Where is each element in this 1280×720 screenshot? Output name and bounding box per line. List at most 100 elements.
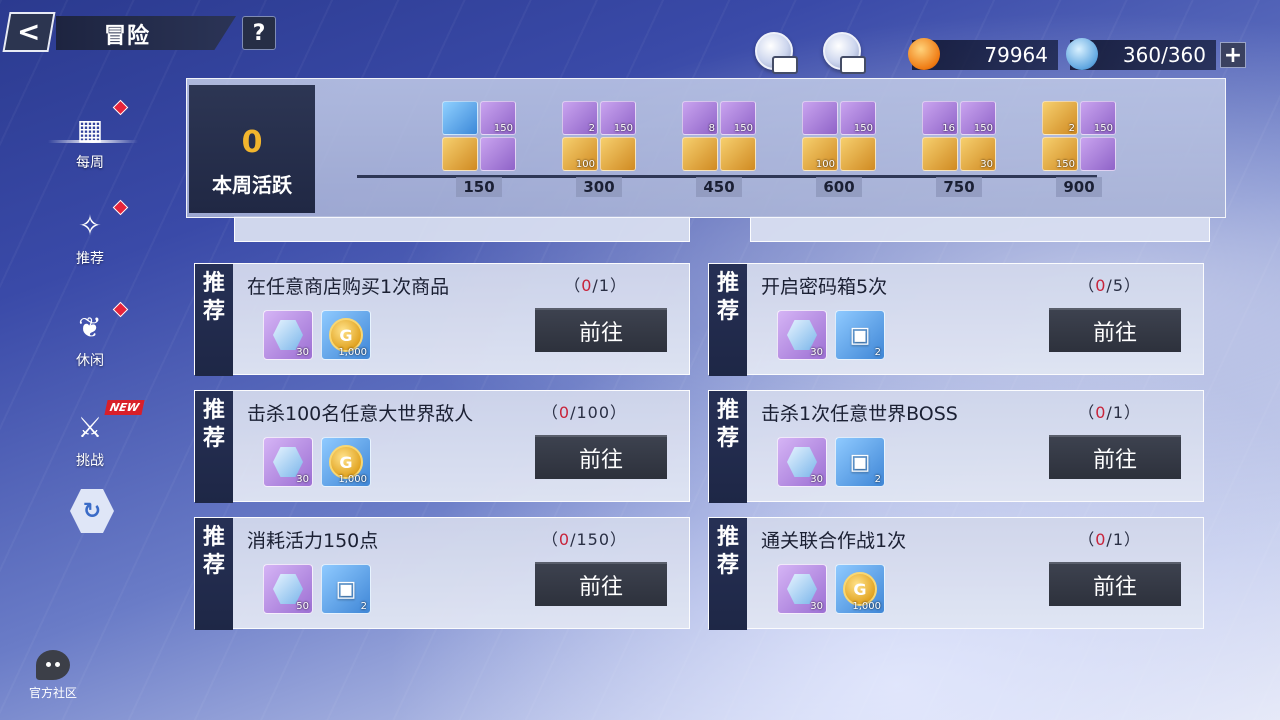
- reward-quantity: 100: [815, 159, 835, 170]
- milestone-rewards: 8 150: [679, 101, 759, 171]
- refresh-icon: ↻: [82, 498, 102, 524]
- gem-reward[interactable]: 30: [263, 310, 313, 360]
- box-reward[interactable]: ▣ 2: [835, 310, 885, 360]
- reward-quantity: 150: [613, 123, 633, 134]
- reward-quantity: 30: [810, 601, 823, 612]
- gem-reward[interactable]: 30: [777, 310, 827, 360]
- reward-item-icon[interactable]: 150: [600, 101, 636, 135]
- reward-item-icon[interactable]: 150: [720, 101, 756, 135]
- milestone-rewards: 2 150 150: [1039, 101, 1119, 171]
- task-card: 推荐开启密码箱5次 （0/5） 30 ▣ 2 前往: [708, 263, 1204, 376]
- milestone-1[interactable]: 2 150 100 300: [559, 101, 639, 197]
- nav-item-recommend[interactable]: ✧ 推荐: [50, 188, 130, 268]
- hex-gem-icon: [273, 574, 303, 604]
- reward-item-icon[interactable]: [720, 137, 756, 171]
- progress-current: 0: [1095, 276, 1107, 295]
- reward-quantity: 30: [810, 347, 823, 358]
- task-card: 推荐在任意商店购买1次商品 （0/1） 30 G 1,000 前往: [194, 263, 690, 376]
- coin-reward[interactable]: G 1,000: [321, 437, 371, 487]
- shop-chest-button[interactable]: [746, 26, 802, 76]
- reward-item-icon[interactable]: [802, 101, 838, 135]
- milestone-rewards: 150 100: [799, 101, 879, 171]
- milestone-5[interactable]: 2 150 150 900: [1039, 101, 1119, 197]
- progress-open: （: [541, 530, 559, 549]
- milestone-points: 450: [696, 177, 742, 197]
- milestone-2[interactable]: 8 150 450: [679, 101, 759, 197]
- task-progress: （0/1）: [564, 272, 627, 296]
- coin-reward[interactable]: G 1,000: [835, 564, 885, 614]
- reward-item-icon[interactable]: [600, 137, 636, 171]
- nav-item-leisure[interactable]: ❦ 休闲: [50, 290, 130, 370]
- go-button[interactable]: 前往: [535, 435, 667, 479]
- reward-item-icon[interactable]: 150: [840, 101, 876, 135]
- reward-item-icon[interactable]: [682, 137, 718, 171]
- task-rewards: 30 G 1,000: [263, 310, 371, 360]
- reward-item-icon[interactable]: [442, 137, 478, 171]
- milestone-points: 750: [936, 177, 982, 197]
- nav-label: 挑战: [76, 453, 104, 469]
- coin-reward[interactable]: G 1,000: [321, 310, 371, 360]
- help-button[interactable]: ?: [242, 16, 276, 50]
- milestone-3[interactable]: 150 100 600: [799, 101, 879, 197]
- progress-total: /1）: [1106, 403, 1141, 422]
- weekly-activity-panel: 0 本周活跃 150 150 2 150 100 300 8 150 450 150 100 600 1…: [186, 78, 1226, 218]
- task-title: 通关联合作战1次: [761, 530, 907, 552]
- reward-item-icon[interactable]: 2: [1042, 101, 1078, 135]
- gem-reward[interactable]: 30: [777, 564, 827, 614]
- reward-item-icon[interactable]: 100: [562, 137, 598, 171]
- milestone-0[interactable]: 150 150: [439, 101, 519, 197]
- recommend-tag: 推荐: [195, 518, 233, 630]
- reward-quantity: 2: [1068, 123, 1075, 134]
- recommend-tag-char: 荐: [202, 299, 225, 324]
- go-button[interactable]: 前往: [1049, 562, 1181, 606]
- reward-item-icon[interactable]: 8: [682, 101, 718, 135]
- reward-item-icon[interactable]: [840, 137, 876, 171]
- recommend-tag: 推荐: [195, 391, 233, 503]
- reward-item-icon[interactable]: 150: [1042, 137, 1078, 171]
- gem-reward[interactable]: 50: [263, 564, 313, 614]
- add-stamina-button[interactable]: +: [1220, 42, 1246, 68]
- go-button[interactable]: 前往: [1049, 435, 1181, 479]
- box-reward[interactable]: ▣ 2: [321, 564, 371, 614]
- reward-quantity: 150: [1093, 123, 1113, 134]
- go-button[interactable]: 前往: [1049, 308, 1181, 352]
- reward-item-icon[interactable]: 150: [960, 101, 996, 135]
- reward-item-icon[interactable]: 100: [802, 137, 838, 171]
- reward-item-icon[interactable]: 150: [1080, 101, 1116, 135]
- reward-quantity: 30: [296, 474, 309, 485]
- nav-selected-indicator: [48, 140, 138, 143]
- gem-reward[interactable]: 30: [263, 437, 313, 487]
- milestone-4[interactable]: 16 150 30 750: [919, 101, 999, 197]
- reward-item-icon[interactable]: 30: [960, 137, 996, 171]
- reward-item-icon[interactable]: [480, 137, 516, 171]
- nav-label: 休闲: [76, 353, 104, 369]
- reward-item-icon[interactable]: [442, 101, 478, 135]
- reward-item-icon[interactable]: 16: [922, 101, 958, 135]
- reward-quantity: 2: [874, 347, 881, 358]
- nav-label: 每周: [76, 155, 104, 171]
- reward-item-icon[interactable]: [922, 137, 958, 171]
- reward-item-icon[interactable]: 150: [480, 101, 516, 135]
- currency-crystal: 79964: [908, 38, 1058, 70]
- cipher-box-icon: ▣: [335, 576, 357, 602]
- reward-quantity: 50: [296, 601, 309, 612]
- refresh-hex-button[interactable]: ↻: [70, 489, 114, 533]
- go-button[interactable]: 前往: [535, 308, 667, 352]
- reward-item-icon[interactable]: [1080, 137, 1116, 171]
- task-title: 在任意商店购买1次商品: [247, 276, 450, 298]
- gem-reward[interactable]: 30: [777, 437, 827, 487]
- supply-box-button[interactable]: [814, 26, 870, 76]
- chest-icon: [772, 56, 798, 74]
- nav-label: 推荐: [76, 251, 104, 267]
- community-button[interactable]: 官方社区: [20, 650, 86, 701]
- progress-current: 0: [1095, 530, 1107, 549]
- go-button[interactable]: 前往: [535, 562, 667, 606]
- reward-item-icon[interactable]: 2: [562, 101, 598, 135]
- recommend-tag: 推荐: [709, 391, 747, 503]
- back-button[interactable]: <: [2, 12, 56, 52]
- reward-quantity: 8: [708, 123, 715, 134]
- task-card: 推荐击杀100名任意大世界敌人 （0/100） 30 G 1,000 前往: [194, 390, 690, 503]
- box-reward[interactable]: ▣ 2: [835, 437, 885, 487]
- task-title: 消耗活力150点: [247, 530, 379, 552]
- task-card: 推荐消耗活力150点 （0/150） 50 ▣ 2 前往: [194, 517, 690, 630]
